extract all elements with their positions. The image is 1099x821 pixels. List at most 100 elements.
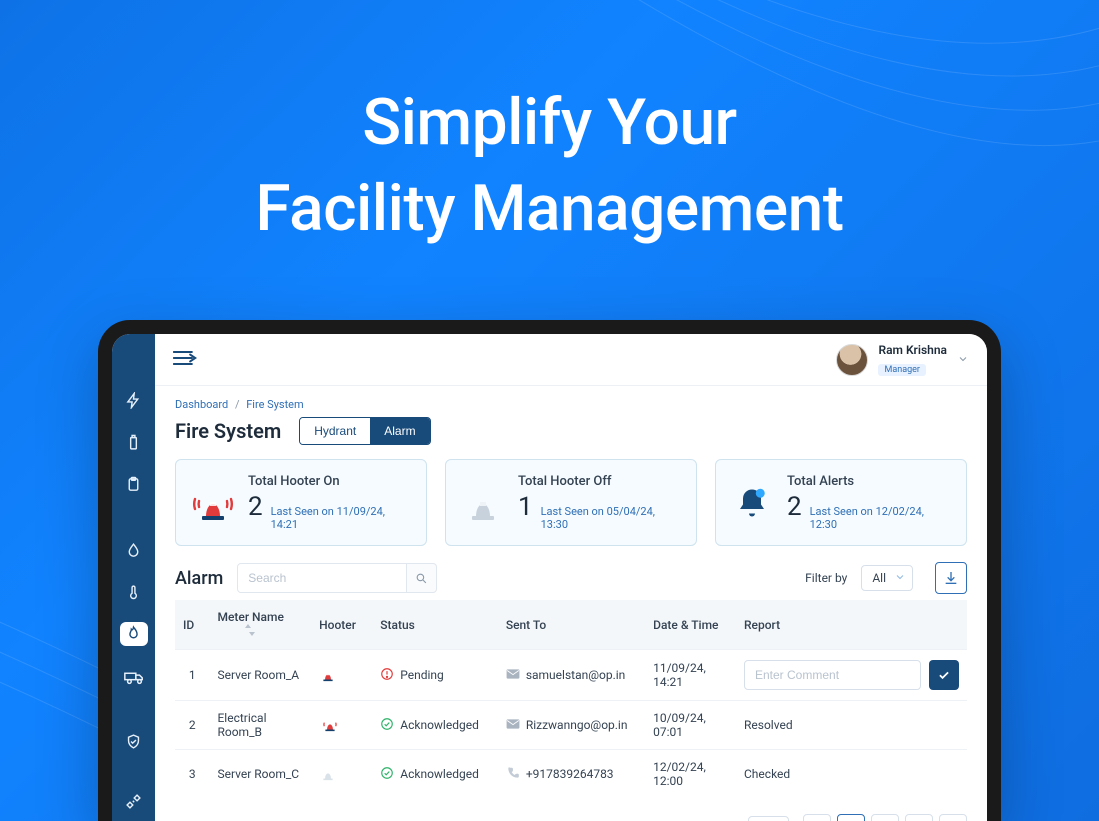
card-seen: Last Seen on 05/04/24, 13:30 (541, 505, 680, 531)
card-label: Total Hooter On (248, 474, 410, 489)
sidebar-item-battery[interactable] (120, 431, 148, 455)
bell-alert-icon (732, 482, 773, 524)
hero-title: Simplify Your Facility Management (0, 80, 1099, 253)
card-seen: Last Seen on 11/09/24, 14:21 (271, 505, 410, 531)
tab-switch: Hydrant Alarm (299, 417, 430, 445)
cell-report: Resolved (736, 701, 967, 750)
sidebar-item-settings[interactable] (120, 789, 148, 813)
sent-text: samuelstan@op.in (526, 668, 625, 682)
menu-toggle-button[interactable] (173, 349, 197, 371)
hero-line1: Simplify Your (362, 85, 736, 160)
siren-on-icon (319, 666, 337, 682)
mail-icon (506, 668, 520, 683)
col-id[interactable]: ID (175, 600, 209, 650)
tab-alarm[interactable]: Alarm (370, 418, 429, 444)
card-label: Total Alerts (787, 474, 950, 489)
cell-datetime: 11/09/24, 14:21 (645, 650, 736, 701)
cell-status: Acknowledged (372, 750, 498, 799)
pending-icon (380, 667, 394, 684)
card-value: 2 (248, 492, 263, 522)
page-title: Fire System (175, 419, 281, 443)
cell-sent: Rizzwanngo@op.in (498, 701, 645, 750)
sidebar-item-clipboard[interactable] (120, 473, 148, 497)
filter-value: All (872, 571, 886, 585)
status-text: Pending (400, 668, 444, 682)
cell-sent: samuelstan@op.in (498, 650, 645, 701)
download-button[interactable] (935, 562, 967, 594)
breadcrumb-leaf: Fire System (246, 398, 303, 411)
search-button[interactable] (407, 563, 437, 593)
sent-text: Rizzwanngo@op.in (526, 718, 628, 732)
col-sent[interactable]: Sent To (498, 600, 645, 650)
cell-datetime: 10/09/24, 07:01 (645, 701, 736, 750)
pager: 123 (803, 814, 967, 821)
cell-report: Checked (736, 750, 967, 799)
sidebar-item-water[interactable] (120, 538, 148, 562)
table-row: 3Server Room_C Acknowledged +9178392647831… (175, 750, 967, 799)
breadcrumb-root[interactable]: Dashboard (175, 398, 228, 411)
pager-page-1[interactable]: 1 (837, 814, 865, 821)
card-label: Total Hooter Off (518, 474, 680, 489)
card-value: 1 (518, 492, 533, 522)
topbar: Ram Krishna Manager (155, 334, 987, 386)
cell-report (736, 650, 967, 701)
cell-sent: +917839264783 (498, 750, 645, 799)
col-dt[interactable]: Date & Time (645, 600, 736, 650)
cell-id: 3 (175, 750, 209, 799)
sidebar-item-fire[interactable] (120, 622, 148, 646)
table-row: 1Server Room_APendingsamuelstan@op.in11/… (175, 650, 967, 701)
tablet-frame: Ram Krishna Manager Dashboard / Fire Sys… (98, 320, 1001, 821)
sidebar-item-energy[interactable] (120, 389, 148, 413)
pager-page-3[interactable]: 3 (905, 814, 933, 821)
table-row: 2Electrical Room_B Acknowledged Rizzwanngo… (175, 701, 967, 750)
phone-icon (506, 766, 520, 783)
user-role: Manager (878, 364, 926, 376)
card-hooter-on: Total Hooter On 2 Last Seen on 11/09/24,… (175, 459, 427, 546)
acknowledged-icon (380, 766, 394, 783)
cell-status: Acknowledged (372, 701, 498, 750)
card-value: 2 (787, 492, 802, 522)
user-menu[interactable]: Ram Krishna Manager (836, 343, 969, 376)
cell-meter: Server Room_A (209, 650, 311, 701)
cell-hooter (311, 650, 372, 701)
tab-hydrant[interactable]: Hydrant (300, 418, 370, 444)
comment-input[interactable] (744, 660, 921, 690)
pager-prev[interactable] (803, 814, 831, 821)
card-hooter-off: Total Hooter Off 1 Last Seen on 05/04/24… (445, 459, 697, 546)
submit-comment-button[interactable] (929, 660, 959, 690)
col-meter[interactable]: Meter Name (209, 600, 311, 650)
avatar (836, 344, 868, 376)
pager-next[interactable] (939, 814, 967, 821)
sidebar-item-temperature[interactable] (120, 580, 148, 604)
chevron-down-icon (957, 350, 969, 369)
siren-off-icon (319, 765, 337, 781)
user-name: Ram Krishna (878, 343, 947, 357)
col-status[interactable]: Status (372, 600, 498, 650)
hero-line2: Facility Management (255, 171, 843, 246)
search-input[interactable] (237, 563, 407, 593)
cell-hooter (311, 701, 372, 750)
pager-page-2[interactable]: 2 (871, 814, 899, 821)
cell-meter: Server Room_C (209, 750, 311, 799)
cell-status: Pending (372, 650, 498, 701)
rows-per-page-select[interactable]: 3 (748, 816, 789, 821)
card-seen: Last Seen on 12/02/24, 12:30 (810, 505, 950, 531)
breadcrumb-sep: / (235, 398, 240, 411)
hero: Simplify Your Facility Management (0, 0, 1099, 253)
sidebar (112, 334, 155, 821)
status-text: Acknowledged (400, 767, 479, 781)
filter-select[interactable]: All (861, 565, 913, 591)
sort-icon (245, 625, 255, 639)
siren-alert-icon (319, 716, 341, 732)
cell-datetime: 12/02/24, 12:00 (645, 750, 736, 799)
cell-meter: Electrical Room_B (209, 701, 311, 750)
search (237, 563, 437, 593)
col-report[interactable]: Report (736, 600, 967, 650)
alarm-table: ID Meter Name Hooter Status Sent To Date… (175, 600, 967, 798)
sidebar-item-vehicle[interactable] (120, 664, 148, 688)
cell-id: 2 (175, 701, 209, 750)
mail-icon (506, 718, 520, 733)
section-title: Alarm (175, 568, 223, 589)
col-hooter[interactable]: Hooter (311, 600, 372, 650)
sidebar-item-security[interactable] (120, 729, 148, 753)
